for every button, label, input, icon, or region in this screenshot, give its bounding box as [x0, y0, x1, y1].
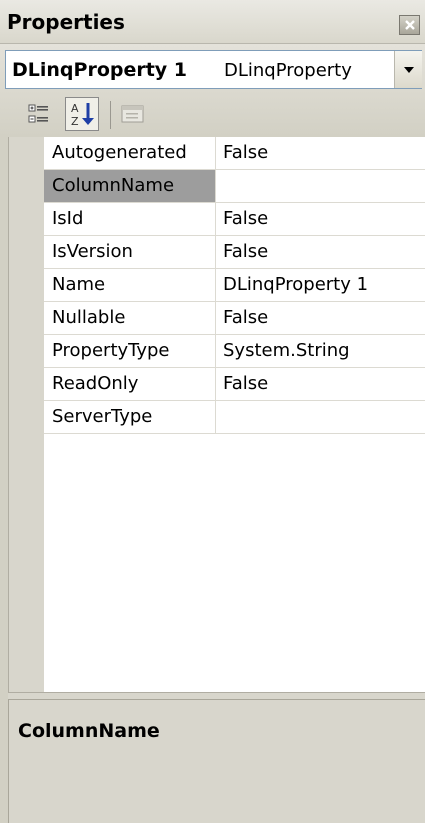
properties-window: Properties DLinqProperty 1 DLinqProperty [0, 0, 425, 823]
selected-object-type: DLinqProperty [224, 60, 352, 81]
property-value[interactable]: False [217, 236, 425, 268]
property-value[interactable]: False [217, 302, 425, 334]
sort-alphabetical-icon: A Z [71, 102, 94, 128]
property-value[interactable] [217, 170, 425, 202]
property-value[interactable]: False [217, 137, 425, 169]
property-grid: Autogenerated False ColumnName IsId Fals… [8, 137, 425, 692]
property-name: Autogenerated [44, 137, 216, 169]
property-name: Name [44, 269, 216, 301]
property-name: ColumnName [44, 170, 216, 202]
property-name: IsVersion [44, 236, 216, 268]
property-row-propertytype[interactable]: PropertyType System.String [44, 335, 425, 368]
object-selector-dropdown[interactable]: DLinqProperty 1 DLinqProperty [5, 50, 422, 89]
window-title: Properties [7, 10, 125, 34]
property-name: PropertyType [44, 335, 216, 367]
svg-text:A: A [71, 102, 79, 115]
toolbar-separator [110, 101, 111, 129]
categorized-button[interactable] [24, 99, 54, 129]
svg-text:Z: Z [71, 115, 79, 128]
title-bar[interactable]: Properties [0, 0, 425, 44]
property-pages-button[interactable] [118, 99, 148, 129]
selector-area: DLinqProperty 1 DLinqProperty A Z [0, 44, 425, 137]
property-row-isversion[interactable]: IsVersion False [44, 236, 425, 269]
description-splitter[interactable] [8, 692, 425, 699]
property-row-readonly[interactable]: ReadOnly False [44, 368, 425, 401]
property-value[interactable]: False [217, 368, 425, 400]
property-row-nullable[interactable]: Nullable False [44, 302, 425, 335]
property-value[interactable] [217, 401, 425, 433]
description-pane: ColumnName [8, 699, 425, 823]
left-frame [0, 137, 8, 823]
property-pages-icon [121, 105, 144, 123]
close-button[interactable] [399, 15, 420, 35]
grid-margin [9, 137, 44, 692]
property-row-isid[interactable]: IsId False [44, 203, 425, 236]
categorized-view-icon [28, 104, 48, 123]
chevron-down-icon [403, 66, 414, 73]
property-value[interactable]: False [217, 203, 425, 235]
property-value[interactable]: DLinqProperty 1 [217, 269, 425, 301]
property-row-servertype[interactable]: ServerType [44, 401, 425, 434]
description-title: ColumnName [18, 720, 160, 742]
property-row-autogenerated[interactable]: Autogenerated False [44, 137, 425, 170]
dropdown-button[interactable] [394, 51, 422, 88]
property-name: IsId [44, 203, 216, 235]
property-row-name[interactable]: Name DLinqProperty 1 [44, 269, 425, 302]
properties-toolbar: A Z [8, 97, 408, 131]
selected-object-name: DLinqProperty 1 [12, 59, 188, 81]
property-value[interactable]: System.String [217, 335, 425, 367]
alphabetical-button[interactable]: A Z [65, 97, 99, 131]
property-name: Nullable [44, 302, 216, 334]
property-name: ServerType [44, 401, 216, 433]
property-name: ReadOnly [44, 368, 216, 400]
close-icon [404, 20, 415, 30]
property-row-columnname[interactable]: ColumnName [44, 170, 425, 203]
